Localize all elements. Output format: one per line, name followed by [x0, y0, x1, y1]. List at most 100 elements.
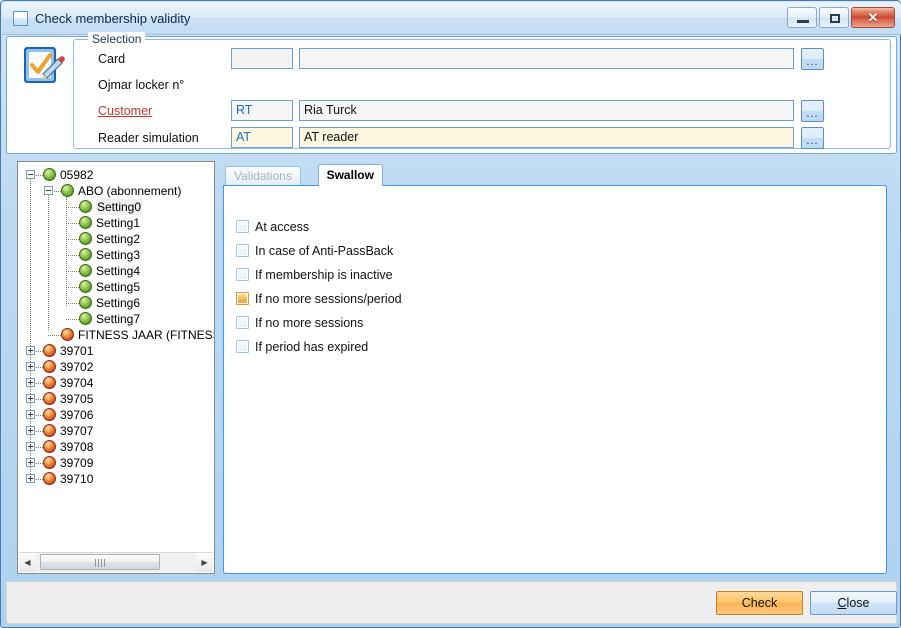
checkbox-if-no-more-sessions[interactable]: [236, 316, 249, 329]
tree-guide-line: [66, 319, 79, 321]
maximize-icon: [830, 14, 840, 23]
status-red-icon: [43, 440, 56, 453]
checkbox-in-case-of-anti-passback[interactable]: [236, 244, 249, 257]
status-green-icon: [79, 312, 92, 325]
tree-node[interactable]: 39706: [18, 407, 214, 423]
close-button[interactable]: ✕: [851, 7, 895, 28]
card-code-input[interactable]: [231, 48, 293, 69]
reader-code-input[interactable]: AT: [231, 127, 293, 148]
tree-expand-icon[interactable]: [26, 442, 35, 451]
status-green-icon: [43, 168, 56, 181]
membership-tree-panel[interactable]: 05982ABO (abonnement)Setting0Setting1Set…: [17, 161, 215, 574]
tree-node-label: ABO (abonnement): [78, 183, 181, 199]
tree-node[interactable]: Setting1: [18, 215, 214, 231]
scroll-left-arrow-icon[interactable]: ◀: [19, 553, 36, 572]
status-green-icon: [79, 248, 92, 261]
tree-expand-icon[interactable]: [26, 362, 35, 371]
selection-panel: Selection Card ... Ojmar locker n° Custo…: [6, 36, 897, 154]
tree-expand-icon[interactable]: [26, 394, 35, 403]
title-bar: Check membership validity ✕: [2, 2, 901, 35]
tree-expand-icon[interactable]: [26, 426, 35, 435]
tree-node[interactable]: Setting5: [18, 279, 214, 295]
tree-expand-icon[interactable]: [26, 458, 35, 467]
tree-guide-line: [66, 287, 79, 289]
tree-node[interactable]: Setting4: [18, 263, 214, 279]
status-green-icon: [79, 216, 92, 229]
tree-node-label: 39706: [60, 407, 93, 423]
checkbox-if-no-more-sessions-period[interactable]: [236, 292, 249, 305]
tree-expand-icon[interactable]: [26, 378, 35, 387]
tree-node[interactable]: 39705: [18, 391, 214, 407]
tree-node-label: Setting5: [96, 279, 140, 295]
status-red-icon: [43, 424, 56, 437]
status-green-icon: [79, 264, 92, 277]
status-green-icon: [61, 184, 74, 197]
checkbox-at-access[interactable]: [236, 220, 249, 233]
tree-expand-icon[interactable]: [26, 410, 35, 419]
reader-browse-button[interactable]: ...: [801, 127, 824, 149]
checkbox-label: If no more sessions/period: [255, 290, 402, 308]
tree-node[interactable]: Setting6: [18, 295, 214, 311]
customer-code-input[interactable]: RT: [231, 100, 293, 121]
tab-validations[interactable]: Validations: [225, 166, 301, 185]
tree-node[interactable]: 05982: [18, 167, 214, 183]
customer-name-input[interactable]: Ria Turck: [299, 100, 794, 121]
close-label-post: lose: [847, 596, 870, 610]
status-green-icon: [79, 232, 92, 245]
tab-strip: Validations Swallow: [223, 164, 887, 185]
window-icon: [13, 11, 28, 26]
tree-node-label: Setting7: [96, 311, 140, 327]
tree-node-label: 39710: [60, 471, 93, 487]
tree-guide-line: [48, 335, 61, 337]
tree-collapse-icon[interactable]: [44, 186, 53, 195]
tree-guide-line: [66, 255, 79, 257]
scroll-right-arrow-icon[interactable]: ▶: [196, 553, 213, 572]
status-red-icon: [43, 376, 56, 389]
status-green-icon: [79, 200, 92, 213]
scrollbar-grip-icon: [95, 559, 105, 567]
tree-node[interactable]: FITNESS JAAR (FITNESS: [18, 327, 214, 343]
tab-swallow[interactable]: Swallow: [318, 164, 383, 186]
tree-node[interactable]: 39709: [18, 455, 214, 471]
check-button[interactable]: Check: [716, 591, 803, 615]
tree-node[interactable]: 39707: [18, 423, 214, 439]
tree-node-label: 39705: [60, 391, 93, 407]
card-name-input[interactable]: [299, 48, 794, 69]
tree-node[interactable]: Setting7: [18, 311, 214, 327]
tree-expand-icon[interactable]: [26, 346, 35, 355]
reader-name-input[interactable]: AT reader: [299, 127, 794, 148]
tree-node-label: 39704: [60, 375, 93, 391]
tree-node[interactable]: 39708: [18, 439, 214, 455]
label-customer-link[interactable]: Customer: [98, 104, 152, 118]
status-red-icon: [61, 328, 74, 341]
tree-node-label: 39708: [60, 439, 93, 455]
membership-tree[interactable]: 05982ABO (abonnement)Setting0Setting1Set…: [18, 162, 214, 552]
tree-node[interactable]: Setting3: [18, 247, 214, 263]
dialog-window: Check membership validity ✕ Selecti: [0, 0, 901, 628]
tree-node[interactable]: 39710: [18, 471, 214, 487]
tree-node[interactable]: 39702: [18, 359, 214, 375]
card-browse-button[interactable]: ...: [801, 48, 824, 70]
tree-horizontal-scrollbar[interactable]: ◀ ▶: [19, 552, 213, 572]
tree-collapse-icon[interactable]: [26, 170, 35, 179]
checkbox-if-period-has-expired[interactable]: [236, 340, 249, 353]
minimize-button[interactable]: [787, 7, 817, 28]
status-red-icon: [43, 408, 56, 421]
maximize-button[interactable]: [819, 7, 849, 28]
scrollbar-thumb[interactable]: [40, 554, 160, 570]
tree-node[interactable]: Setting0: [18, 199, 214, 215]
tree-node[interactable]: 39704: [18, 375, 214, 391]
tree-node-label: Setting1: [96, 215, 140, 231]
checkbox-if-membership-is-inactive[interactable]: [236, 268, 249, 281]
minimize-icon: [797, 20, 809, 23]
window-controls: ✕: [787, 7, 895, 28]
tree-node-label: 05982: [60, 167, 93, 183]
tree-node[interactable]: ABO (abonnement): [18, 183, 214, 199]
tree-node[interactable]: 39701: [18, 343, 214, 359]
tree-expand-icon[interactable]: [26, 474, 35, 483]
tree-node[interactable]: Setting2: [18, 231, 214, 247]
close-dialog-button[interactable]: Close: [810, 591, 897, 615]
customer-browse-button[interactable]: ...: [801, 100, 824, 122]
tree-node-label: Setting2: [96, 231, 140, 247]
tree-guide-line: [66, 303, 79, 305]
